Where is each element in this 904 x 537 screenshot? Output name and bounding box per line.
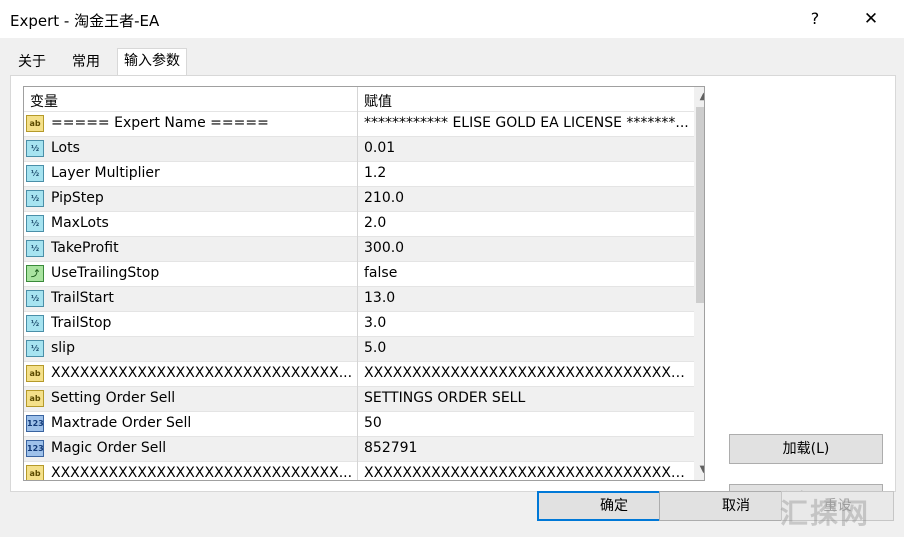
vertical-scrollbar[interactable]: ▲ ▼ [694, 87, 704, 480]
parameter-name: Lots [51, 140, 80, 156]
tab-inputs[interactable]: 输入参数 [117, 48, 187, 77]
parameter-value[interactable]: 5.0 [364, 340, 690, 356]
parameter-value[interactable]: false [364, 265, 690, 281]
double-type-icon: ½ [26, 340, 44, 357]
string-type-icon: ab [26, 390, 44, 407]
watermark-logo: 汇探网 [780, 497, 871, 530]
table-row[interactable]: ½ TrailStop 3.0 [24, 311, 694, 336]
table-row[interactable]: ab Setting Order Sell SETTINGS ORDER SELL [24, 386, 694, 411]
parameter-name: ===== Expert Name ===== [51, 115, 269, 131]
column-separator[interactable] [357, 87, 358, 480]
double-type-icon: ½ [26, 215, 44, 232]
parameter-name: slip [51, 340, 75, 356]
table-row[interactable]: ab XXXXXXXXXXXXXXXXXXXXXXXXXXXXXX... XXXXX… [24, 461, 694, 481]
table-row[interactable]: 123 Maxtrade Order Sell 50 [24, 411, 694, 436]
double-type-icon: ½ [26, 290, 44, 307]
tab-common[interactable]: 常用 [66, 50, 106, 74]
parameter-value[interactable]: ************ ELISE GOLD EA LICENSE *****… [364, 115, 690, 131]
parameter-name: TrailStart [51, 290, 114, 306]
parameter-name: TakeProfit [51, 240, 119, 256]
string-type-icon: ab [26, 115, 44, 132]
parameter-value[interactable]: 3.0 [364, 315, 690, 331]
table-row[interactable]: ½ slip 5.0 [24, 336, 694, 361]
parameter-name: MaxLots [51, 215, 109, 231]
parameter-value[interactable]: 2.0 [364, 215, 690, 231]
parameter-name: XXXXXXXXXXXXXXXXXXXXXXXXXXXXXX... [51, 365, 353, 381]
table-row[interactable]: ½ Lots 0.01 [24, 136, 694, 161]
help-button[interactable]: ? [800, 4, 830, 34]
parameter-value[interactable]: 852791 [364, 440, 690, 456]
dialog-client: 关于 常用 输入参数 变量 赋值 ab ===== Expert Name ===… [0, 38, 904, 537]
double-type-icon: ½ [26, 140, 44, 157]
scroll-thumb[interactable] [696, 107, 704, 303]
table-row[interactable]: ½ PipStep 210.0 [24, 186, 694, 211]
int-type-icon: 123 [26, 440, 44, 457]
table-row[interactable]: ½ TrailStart 13.0 [24, 286, 694, 311]
string-type-icon: ab [26, 465, 44, 480]
bool-type-icon: ⤴ [26, 265, 44, 282]
double-type-icon: ½ [26, 315, 44, 332]
tab-panel-inputs: 变量 赋值 ab ===== Expert Name ===== *********… [10, 75, 896, 514]
double-type-icon: ½ [26, 240, 44, 257]
parameter-name: Setting Order Sell [51, 390, 176, 406]
table-row[interactable]: ½ TakeProfit 300.0 [24, 236, 694, 261]
parameter-value[interactable]: SETTINGS ORDER SELL [364, 390, 690, 406]
table-row[interactable]: ⤴ UseTrailingStop false [24, 261, 694, 286]
parameter-value[interactable]: 0.01 [364, 140, 690, 156]
parameter-value[interactable]: 50 [364, 415, 690, 431]
parameter-name: Magic Order Sell [51, 440, 167, 456]
window-title: Expert - 淘金王者-EA [10, 12, 160, 30]
parameter-value[interactable]: 13.0 [364, 290, 690, 306]
table-row[interactable]: ab XXXXXXXXXXXXXXXXXXXXXXXXXXXXXX... XXXXX… [24, 361, 694, 386]
string-type-icon: ab [26, 365, 44, 382]
parameter-value[interactable]: XXXXXXXXXXXXXXXXXXXXXXXXXXXXXXXXXX [364, 365, 690, 381]
title-bar: Expert - 淘金王者-EA ? ✕ [0, 0, 904, 38]
grid-header: 变量 赋值 [24, 87, 694, 111]
parameter-name: XXXXXXXXXXXXXXXXXXXXXXXXXXXXXX... [51, 465, 353, 481]
parameter-name: Maxtrade Order Sell [51, 415, 192, 431]
double-type-icon: ½ [26, 165, 44, 182]
close-button[interactable]: ✕ [856, 4, 886, 34]
table-row[interactable]: ab ===== Expert Name ===== ************ EL… [24, 111, 694, 136]
parameter-value[interactable]: XXXXXXXXXXXXXXXXXXXXXXXXXXXXXXXXXX [364, 465, 690, 480]
parameter-name: Layer Multiplier [51, 165, 160, 181]
parameter-name: PipStep [51, 190, 104, 206]
parameter-name: UseTrailingStop [51, 265, 160, 281]
scroll-down-icon[interactable]: ▼ [694, 460, 704, 480]
parameter-value[interactable]: 210.0 [364, 190, 690, 206]
column-header-value[interactable]: 赋值 [364, 91, 392, 111]
parameter-value[interactable]: 1.2 [364, 165, 690, 181]
column-header-variable[interactable]: 变量 [30, 91, 58, 111]
tab-about[interactable]: 关于 [12, 50, 52, 74]
scroll-up-icon[interactable]: ▲ [694, 87, 704, 107]
table-row[interactable]: ½ Layer Multiplier 1.2 [24, 161, 694, 186]
load-button[interactable]: 加载(L) [729, 434, 883, 464]
table-row[interactable]: 123 Magic Order Sell 852791 [24, 436, 694, 461]
double-type-icon: ½ [26, 190, 44, 207]
parameter-value[interactable]: 300.0 [364, 240, 690, 256]
table-row[interactable]: ½ MaxLots 2.0 [24, 211, 694, 236]
int-type-icon: 123 [26, 415, 44, 432]
parameter-name: TrailStop [51, 315, 112, 331]
input-parameters-grid[interactable]: 变量 赋值 ab ===== Expert Name ===== *********… [23, 86, 705, 481]
